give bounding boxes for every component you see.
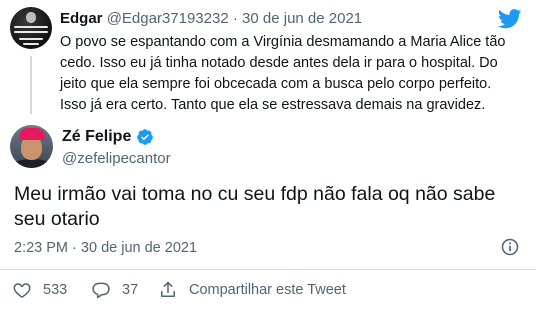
tweet-actions: 533 37 Compartilhar este Tweet: [0, 280, 536, 304]
avatar[interactable]: [10, 125, 53, 168]
divider: [0, 269, 536, 270]
user-handle[interactable]: @Edgar37193232: [107, 10, 229, 27]
like-button[interactable]: 533: [12, 280, 67, 300]
user-handle[interactable]: @zefelipecantor: [62, 150, 171, 167]
separator: ·: [232, 10, 238, 27]
reply-tweet[interactable]: Edgar @Edgar37193232 · 30 de jun de 2021…: [0, 0, 536, 116]
avatar[interactable]: [10, 7, 52, 49]
display-name[interactable]: Zé Felipe: [62, 128, 131, 146]
tweet-time[interactable]: 2:23 PM: [14, 240, 68, 256]
avatar-shirt: [12, 159, 52, 168]
reply-count: 37: [122, 282, 139, 298]
avatar-text-line: [23, 43, 39, 45]
avatar-face: [26, 12, 36, 23]
tweet-timestamp[interactable]: 2:23 PM · 30 de jun de 2021: [14, 240, 197, 256]
tweet-date[interactable]: 30 de jun de 2021: [242, 10, 362, 27]
thread-connector: [30, 56, 32, 114]
avatar-text-line: [19, 38, 43, 40]
like-count: 533: [43, 282, 68, 298]
tweet-text: Meu irmão vai toma no cu seu fdp não fal…: [14, 183, 496, 230]
reply-tweet-header: Edgar @Edgar37193232 · 30 de jun de 2021: [60, 10, 362, 27]
display-name[interactable]: Edgar: [60, 10, 103, 27]
avatar-hair: [19, 128, 45, 140]
avatar-text-line: [14, 26, 48, 28]
reply-button[interactable]: 37: [91, 280, 138, 300]
share-label: Compartilhar este Tweet: [189, 282, 346, 298]
heart-icon: [13, 283, 31, 298]
share-icon: [161, 281, 175, 297]
verified-badge-icon: [137, 129, 154, 145]
reply-bubble-icon: [92, 282, 110, 299]
tweet-date[interactable]: 30 de jun de 2021: [81, 240, 197, 256]
share-button[interactable]: Compartilhar este Tweet: [158, 280, 346, 300]
separator: ·: [72, 240, 77, 256]
avatar-text-line: [14, 31, 48, 33]
info-icon[interactable]: [500, 237, 520, 257]
author-name-row: Zé Felipe: [62, 128, 154, 146]
reply-tweet-text: O povo se espantando com a Virgínia desm…: [60, 34, 506, 113]
